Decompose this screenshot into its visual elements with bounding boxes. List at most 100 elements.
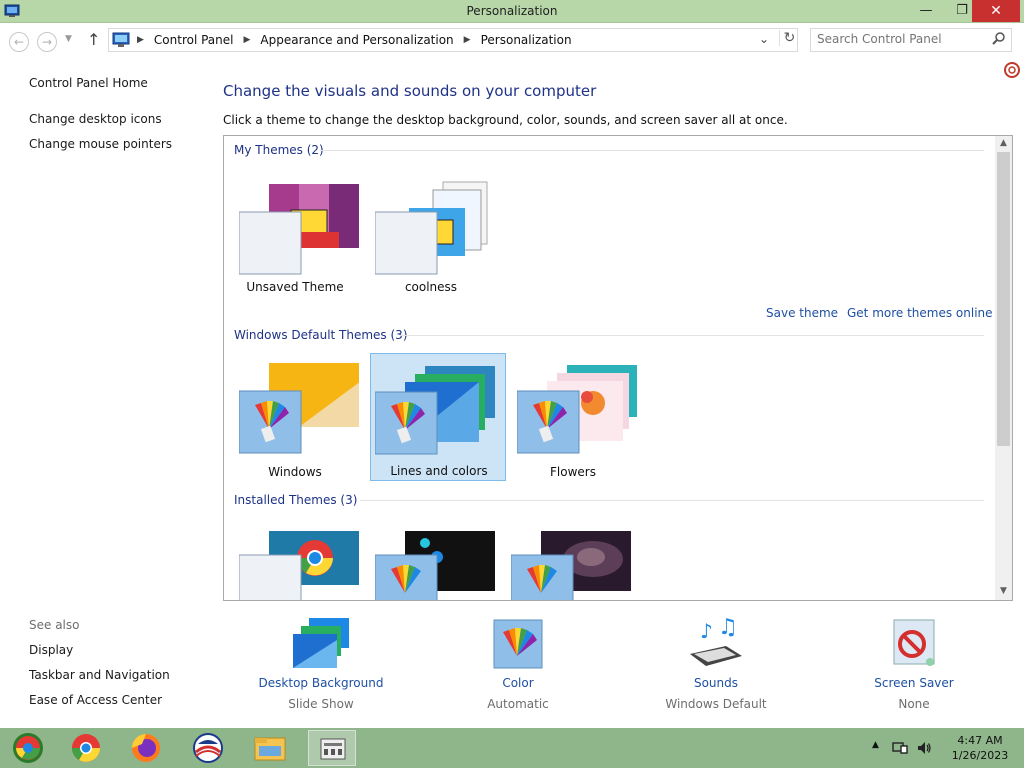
- taskbar-control-panel[interactable]: [308, 730, 356, 766]
- navigation-bar: ← → ▼ ↑ ▶ Control Panel ▶ Appearance and…: [0, 24, 1024, 58]
- firefox-icon: [132, 734, 160, 762]
- back-button[interactable]: ←: [9, 32, 29, 52]
- get-more-themes-link[interactable]: Get more themes online: [847, 306, 993, 320]
- theme-windows[interactable]: Windows: [227, 353, 363, 481]
- setting-value: None: [898, 697, 930, 711]
- taskbar-file-explorer[interactable]: [246, 730, 294, 766]
- theme-label: Windows: [268, 465, 322, 479]
- desktop-background-setting[interactable]: Desktop Background Slide Show: [236, 616, 406, 711]
- breadcrumb-separator[interactable]: ▶: [137, 35, 144, 45]
- theme-label: Flowers: [550, 465, 596, 479]
- my-themes-header[interactable]: My Themes (2): [234, 143, 324, 157]
- breadcrumb-separator[interactable]: ▶: [464, 35, 471, 45]
- breadcrumb-control-panel[interactable]: Control Panel: [154, 33, 234, 47]
- search-box[interactable]: [810, 28, 1012, 52]
- change-mouse-pointers-link[interactable]: Change mouse pointers: [29, 137, 172, 151]
- screen-saver-setting[interactable]: Screen Saver None: [829, 616, 999, 711]
- theme-flowers[interactable]: Flowers: [505, 353, 641, 481]
- address-dropdown-button[interactable]: ⌄: [759, 32, 769, 46]
- scroll-thumb[interactable]: [997, 152, 1010, 446]
- window-title: Personalization: [466, 4, 558, 18]
- group-divider: [320, 150, 984, 151]
- system-clock[interactable]: 4:47 AM 1/26/2023: [944, 733, 1016, 763]
- obama-logo-icon: [193, 733, 223, 763]
- setting-name[interactable]: Screen Saver: [829, 676, 999, 690]
- setting-name[interactable]: Sounds: [631, 676, 801, 690]
- lines-and-colors-theme-preview: [375, 366, 495, 455]
- scroll-down-arrow[interactable]: ▼: [995, 586, 1012, 596]
- refresh-button[interactable]: ↻: [779, 30, 799, 46]
- setting-name[interactable]: Color: [433, 676, 603, 690]
- page-title: Change the visuals and sounds on your co…: [223, 82, 597, 100]
- tray-overflow-button[interactable]: ▲: [872, 740, 879, 768]
- setting-value: Slide Show: [288, 697, 354, 711]
- control-panel-icon: [112, 32, 130, 47]
- setting-name[interactable]: Desktop Background: [236, 676, 406, 690]
- themes-list[interactable]: My Themes (2) Unsaved Theme coolness Sav…: [223, 135, 1013, 601]
- control-panel-taskbar-icon: [320, 738, 346, 760]
- theme-coolness[interactable]: coolness: [363, 168, 499, 296]
- theme-lines-and-colors[interactable]: Lines and colors: [370, 353, 506, 481]
- clock-date: 1/26/2023: [951, 749, 1009, 762]
- ease-of-access-link[interactable]: Ease of Access Center: [29, 693, 162, 707]
- up-button[interactable]: ↑: [87, 30, 100, 49]
- breadcrumb-appearance[interactable]: Appearance and Personalization: [260, 33, 453, 47]
- network-icon[interactable]: [892, 740, 908, 756]
- sounds-setting[interactable]: ♪ ♫ Sounds Windows Default: [631, 616, 801, 711]
- color-palette-icon: [493, 619, 543, 669]
- close-button[interactable]: ✕: [972, 0, 1020, 22]
- theme-installed-chrome[interactable]: [227, 521, 363, 600]
- scroll-up-arrow[interactable]: ▲: [995, 138, 1012, 148]
- windows-theme-preview: [239, 363, 359, 454]
- theme-unsaved[interactable]: Unsaved Theme: [227, 168, 363, 296]
- address-bar[interactable]: ▶ Control Panel ▶ Appearance and Persona…: [108, 28, 798, 52]
- search-input[interactable]: [817, 32, 987, 46]
- setting-value: Windows Default: [665, 697, 767, 711]
- theme-installed-dark[interactable]: [363, 521, 499, 600]
- themes-scrollbar[interactable]: ▲ ▼: [995, 136, 1012, 600]
- svg-text:♪: ♪: [700, 619, 713, 643]
- clock-time: 4:47 AM: [957, 734, 1003, 747]
- search-icon[interactable]: [991, 31, 1007, 47]
- taskbar-chrome[interactable]: [62, 730, 110, 766]
- group-divider: [360, 500, 984, 501]
- change-desktop-icons-link[interactable]: Change desktop icons: [29, 112, 162, 126]
- title-bar: Personalization — ❐ ✕: [0, 0, 1024, 23]
- minimize-button[interactable]: —: [912, 0, 940, 22]
- color-setting[interactable]: Color Automatic: [433, 616, 603, 711]
- breadcrumb-personalization[interactable]: Personalization: [481, 33, 572, 47]
- start-icon: [13, 733, 43, 763]
- taskbar-navigation-link[interactable]: Taskbar and Navigation: [29, 668, 170, 682]
- flowers-theme-preview: [517, 365, 637, 454]
- help-icon[interactable]: [1004, 62, 1020, 78]
- control-panel-home-link[interactable]: Control Panel Home: [29, 76, 148, 90]
- coolness-theme-preview: [375, 181, 488, 275]
- breadcrumb: ▶ Control Panel ▶ Appearance and Persona…: [137, 33, 572, 47]
- taskbar-obama[interactable]: [184, 730, 232, 766]
- taskbar-firefox[interactable]: [122, 730, 170, 766]
- volume-icon[interactable]: [916, 740, 932, 756]
- windows-default-themes-header[interactable]: Windows Default Themes (3): [234, 328, 408, 342]
- taskbar: ▲ 4:47 AM 1/26/2023: [0, 728, 1024, 768]
- forward-button[interactable]: →: [37, 32, 57, 52]
- installed-themes-header[interactable]: Installed Themes (3): [234, 493, 357, 507]
- theme-label: Lines and colors: [390, 464, 488, 478]
- theme-installed-nebula[interactable]: [499, 521, 635, 600]
- dark-theme-preview: [375, 531, 495, 600]
- group-divider: [400, 335, 984, 336]
- breadcrumb-separator[interactable]: ▶: [244, 35, 251, 45]
- screen-saver-icon: [893, 619, 935, 666]
- sounds-icon: ♪ ♫: [690, 616, 742, 666]
- display-link[interactable]: Display: [29, 643, 73, 657]
- folder-icon: [254, 737, 286, 761]
- save-theme-link[interactable]: Save theme: [766, 306, 838, 320]
- setting-value: Automatic: [487, 697, 549, 711]
- start-button[interactable]: [4, 730, 52, 766]
- chrome-icon: [72, 734, 100, 762]
- unsaved-theme-preview: [239, 184, 359, 275]
- see-also-heading: See also: [29, 618, 80, 632]
- recent-locations-dropdown[interactable]: ▼: [65, 34, 72, 44]
- svg-text:♫: ♫: [718, 616, 738, 640]
- page-description: Click a theme to change the desktop back…: [223, 113, 788, 127]
- nebula-theme-preview: [511, 531, 631, 600]
